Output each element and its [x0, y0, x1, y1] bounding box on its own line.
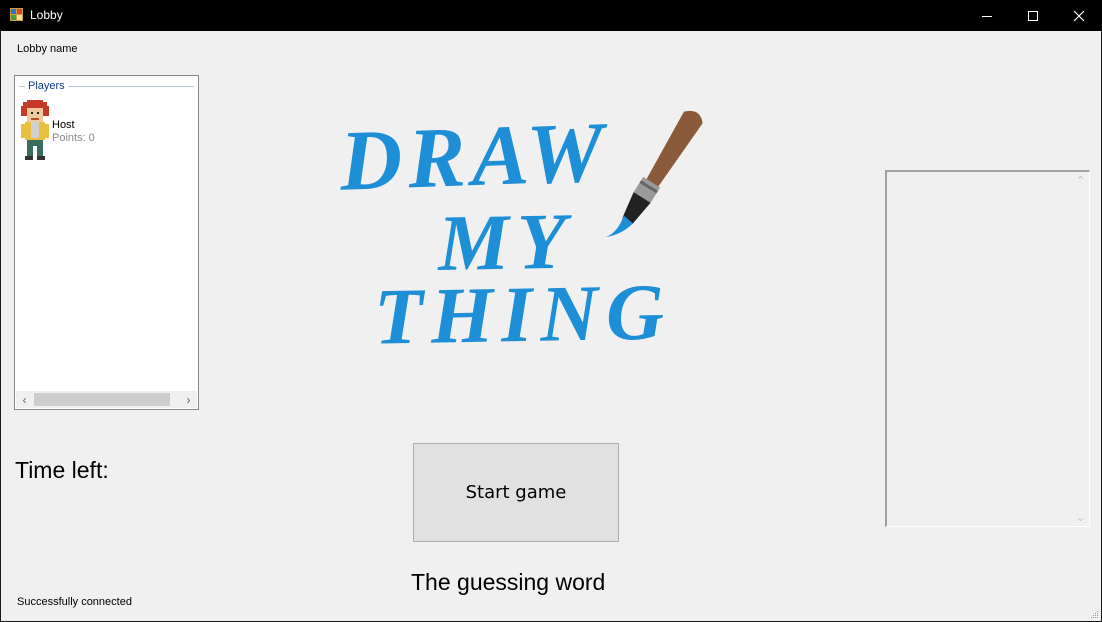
minimize-icon [982, 15, 992, 17]
scroll-left-icon[interactable]: ‹ [16, 391, 33, 408]
player-points: Points: 0 [52, 132, 95, 144]
app-icon [10, 8, 23, 21]
players-list[interactable]: Players Host Points: 0 ‹ › [14, 75, 199, 410]
status-text: Successfully connected [17, 596, 132, 608]
chevron-up-icon[interactable]: ⌃ [1072, 172, 1089, 189]
players-group-title: Players [25, 80, 68, 92]
player-list-item[interactable]: Host Points: 0 [21, 100, 181, 162]
vertical-scrollbar[interactable]: ⌃ ⌄ [1072, 172, 1089, 526]
chat-log-textbox[interactable]: ⌃ ⌄ [885, 170, 1090, 527]
window-client-area: Lobby name Players Host Points: 0 ‹ › Ti… [0, 31, 1102, 622]
paintbrush-icon [605, 110, 703, 238]
scroll-right-icon[interactable]: › [180, 391, 197, 408]
maximize-icon [1028, 10, 1038, 21]
start-game-button[interactable]: Start game [413, 443, 619, 542]
horizontal-scrollbar[interactable]: ‹ › [16, 391, 197, 408]
time-left-label: Time left: [15, 457, 109, 483]
close-icon [1073, 10, 1085, 21]
minimize-button[interactable] [964, 0, 1010, 31]
maximize-button[interactable] [1010, 0, 1056, 31]
guessing-word-label: The guessing word [411, 569, 606, 595]
close-button[interactable] [1056, 0, 1102, 31]
pixel-character-icon [21, 100, 49, 160]
window-title: Lobby [30, 8, 63, 22]
draw-my-thing-logo: DRAW MY THING [337, 103, 703, 351]
logo-line-1: DRAW [337, 103, 611, 208]
chevron-down-icon[interactable]: ⌄ [1072, 509, 1089, 526]
logo-line-3: THING [373, 268, 672, 351]
lobby-name-label: Lobby name [17, 43, 78, 55]
title-bar[interactable]: Lobby [0, 0, 1102, 31]
player-name: Host [52, 119, 75, 131]
scrollbar-thumb[interactable] [34, 393, 170, 406]
resize-grip-icon[interactable] [1089, 609, 1099, 619]
